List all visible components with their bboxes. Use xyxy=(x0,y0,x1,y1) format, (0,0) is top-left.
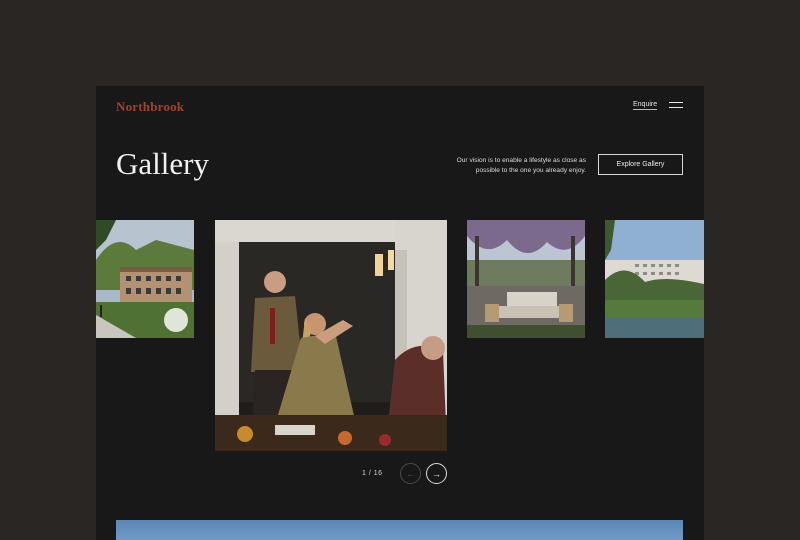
hamburger-menu-icon[interactable] xyxy=(669,101,683,109)
page-title: Gallery xyxy=(116,146,209,181)
carousel-counter: 1 / 16 xyxy=(362,470,383,477)
next-section-image xyxy=(116,520,683,540)
northbrook-logo[interactable]: Northbrook xyxy=(116,99,184,115)
gallery-image-pergola-lounge[interactable] xyxy=(467,220,585,338)
gallery-image-townhouses[interactable] xyxy=(96,220,194,338)
gallery-image-family-dance[interactable] xyxy=(215,220,447,451)
arrow-right-icon[interactable]: → xyxy=(426,463,447,484)
explore-gallery-button[interactable]: Explore Gallery xyxy=(598,154,683,175)
arrow-left-icon[interactable]: ← xyxy=(400,463,421,484)
enquire-link[interactable]: Enquire xyxy=(633,101,658,110)
vision-statement: Our vision is to enable a lifestyle as c… xyxy=(456,157,586,174)
gallery-image-apartments-lake[interactable] xyxy=(605,220,704,338)
gallery-page: Northbrook Enquire Gallery Our vision is… xyxy=(96,86,704,540)
